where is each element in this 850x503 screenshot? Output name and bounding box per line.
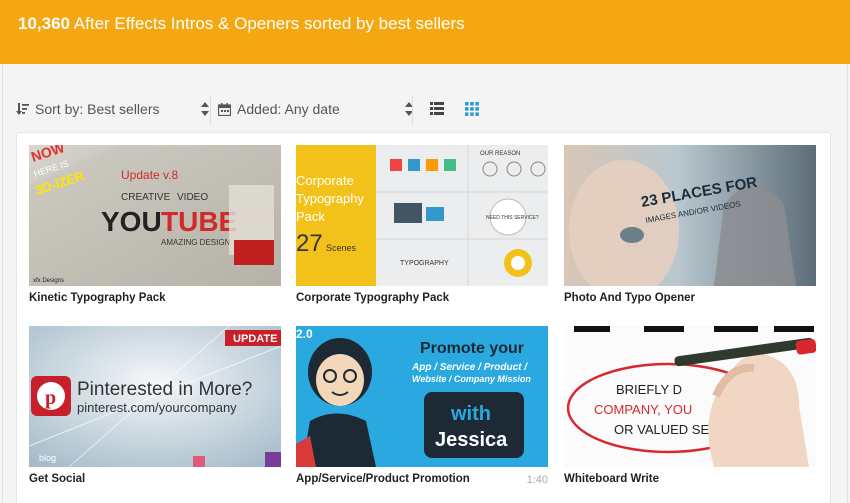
thumb-text: 27 (296, 230, 323, 257)
thumb-text: OUR REASON (480, 151, 520, 157)
thumb-text: 2.0 (296, 327, 313, 341)
sort-select[interactable]: Sort by: Best sellers (16, 96, 210, 122)
thumb-text: UPDATE (233, 333, 277, 345)
item-title[interactable]: App/Service/Product Promotion (296, 473, 470, 485)
thumb-text: AMAZING DESIGN (161, 238, 231, 247)
item-title[interactable]: Kinetic Typography Pack (29, 292, 166, 304)
thumb-text: Update v.8 (121, 168, 178, 182)
item-thumbnail[interactable]: BRIEFLY D COMPANY, YOU OR VALUED SE (564, 326, 816, 467)
thumb-text: Jessica (435, 429, 508, 451)
item-title[interactable]: Corporate Typography Pack (296, 292, 449, 304)
thumb-text: pinterest.com/yourcompany (77, 400, 237, 415)
thumb-text: Pinterested in More? (77, 379, 252, 400)
thumb-text: Scenes (326, 243, 357, 253)
list-view-icon[interactable] (430, 102, 444, 115)
page-title: 10,360 After Effects Intros & Openers so… (18, 14, 465, 34)
toolbar: Sort by: Best sellers Added: Any date (16, 96, 486, 124)
thumb-text: TUBE (161, 206, 237, 237)
thumb-text: BRIEFLY D (616, 382, 682, 397)
thumb-text: YOU (101, 206, 162, 237)
item-thumbnail[interactable]: 23 PLACES FOR IMAGES AND/OR VIDEOS (564, 145, 816, 286)
thumb-text: NEED THIS SERVICE? (486, 215, 539, 221)
thumb-text: Website / Company Mission (412, 374, 531, 384)
thumb-text: App / Service / Product / (411, 362, 528, 373)
item-thumbnail[interactable]: NOW HERE IS 3D-IZER Update v.8 CREATIVE … (29, 145, 281, 286)
toolbar-divider (412, 96, 413, 124)
header-banner: 10,360 After Effects Intros & Openers so… (0, 0, 850, 64)
thumb-text: Corporate (296, 173, 354, 188)
item-title[interactable]: Whiteboard Write (564, 473, 659, 485)
title-text: After Effects Intros & Openers sorted by… (73, 14, 465, 33)
sort-label: Sort by: Best sellers (35, 101, 160, 117)
item-title[interactable]: Get Social (29, 473, 85, 485)
sort-updown-icon (201, 102, 209, 116)
thumb-text: COMPANY, YOU (594, 402, 692, 417)
item-thumbnail[interactable]: Corporate Typography Pack 27 Scenes OUR … (296, 145, 548, 286)
thumb-text: Pack (296, 209, 325, 224)
thumb-text: Typography (296, 191, 364, 206)
grid-view-icon[interactable] (465, 102, 479, 116)
thumb-text: with (450, 403, 491, 425)
item-thumbnail[interactable]: 2.0 Promote your App / Service / Product… (296, 326, 548, 467)
item-thumbnail[interactable]: UPDATE p Pinterested in More? pinterest.… (29, 326, 281, 467)
toolbar-divider (210, 96, 211, 124)
result-count: 10,360 (18, 14, 70, 33)
thumb-text: CREATIVE (121, 192, 171, 203)
sort-icon (16, 103, 29, 115)
thumb-text: Promote your (420, 340, 524, 357)
calendar-icon (218, 102, 231, 116)
thumb-text: TYPOGRAPHY (400, 260, 449, 267)
thumb-text: VIDEO (177, 192, 208, 203)
added-date-select[interactable]: Added: Any date (218, 96, 414, 122)
item-title[interactable]: Photo And Typo Opener (564, 292, 695, 304)
thumb-text: blog (39, 453, 56, 463)
item-duration: 1:40 (526, 474, 548, 486)
added-date-label: Added: Any date (237, 101, 340, 117)
svg-text:p: p (45, 387, 56, 409)
thumb-text: OR VALUED SE (614, 422, 709, 437)
thumb-text: xfx Designs (33, 278, 64, 284)
